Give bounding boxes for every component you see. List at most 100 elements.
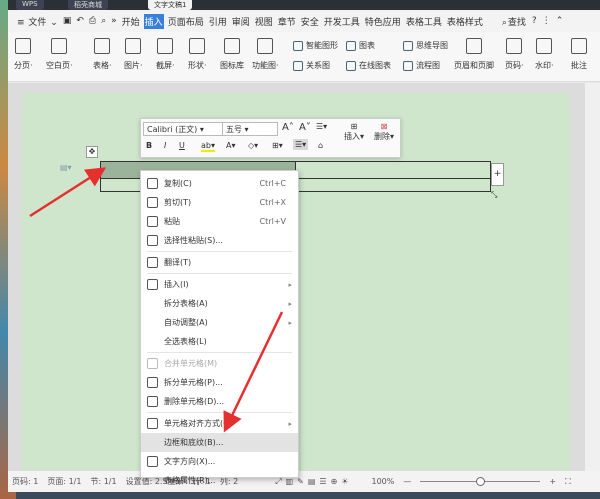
context-menu-item[interactable]: 文字方向(X)...	[141, 452, 298, 471]
bold-button[interactable]: B	[146, 141, 152, 150]
save-icon[interactable]: ▣	[62, 15, 73, 27]
function-chart-button[interactable]: 功能图·	[252, 38, 279, 71]
context-menu-item[interactable]: 边框和底纹(B)...	[141, 433, 298, 452]
vertical-scrollbar[interactable]	[585, 83, 600, 471]
table-cell[interactable]	[296, 162, 490, 178]
context-menu-item[interactable]: 单元格对齐方式(G) ▸	[141, 414, 298, 433]
insert-table-icon: ⊞	[350, 122, 358, 131]
shading-icon[interactable]: ◇▾	[248, 141, 258, 150]
menu-chapter[interactable]: 章节	[277, 14, 297, 29]
menu-security[interactable]: 安全	[300, 14, 320, 29]
align-icon[interactable]: ☰▾	[293, 139, 309, 150]
print-icon[interactable]: ⎙	[88, 15, 97, 27]
context-menu-item[interactable]: 剪切(T) Ctrl+X	[141, 193, 298, 212]
eraser-icon[interactable]: ⌂	[318, 141, 323, 150]
font-color-icon[interactable]: A▾	[226, 141, 236, 150]
context-menu-item[interactable]: 拆分表格(A) ▸	[141, 294, 298, 313]
status-bar: 页码: 1 页面: 1/1 节: 1/1 设置值: 2.5厘米 行: 1 列: …	[8, 471, 600, 492]
page-break-button[interactable]: 分页·	[14, 38, 33, 71]
menu-item-label: 粘贴	[164, 217, 180, 226]
menu-view[interactable]: 视图	[254, 14, 274, 29]
menu-table-style[interactable]: 表格样式	[446, 14, 484, 29]
zoom-in-icon[interactable]: +	[549, 477, 556, 486]
header-footer-button[interactable]: 页眉和页脚	[454, 38, 494, 71]
menu-insert[interactable]: 插入	[143, 13, 164, 29]
blank-page-button[interactable]: 空白页·	[46, 38, 73, 71]
insert-row-button[interactable]: ⊞ 插入▾	[344, 122, 364, 142]
menu-item-label: 选择性粘贴(S)...	[164, 236, 223, 245]
file-menu[interactable]: ≡ 文件 ⌄	[16, 14, 59, 29]
shrink-font-icon[interactable]: A˅	[299, 122, 311, 133]
table-resize-handle-icon[interactable]: ⤡	[491, 190, 497, 200]
options-icon[interactable]: ⋮	[541, 15, 552, 27]
menu-item-label: 文字方向(X)...	[164, 457, 216, 466]
picture-button[interactable]: 图片·	[124, 38, 143, 71]
table-move-handle-icon[interactable]: ✥	[86, 146, 98, 158]
zoom-level[interactable]: 100%	[371, 477, 394, 486]
menu-start[interactable]: 开始	[121, 14, 141, 29]
menu-review[interactable]: 审阅	[231, 14, 251, 29]
paste-icon	[147, 216, 158, 227]
shape-button[interactable]: 形状·	[188, 38, 207, 71]
table-button[interactable]: 表格·	[93, 38, 112, 71]
context-menu-item[interactable]: 选择性粘贴(S)...	[141, 231, 298, 250]
more-icon[interactable]: »	[110, 15, 118, 27]
tab-store[interactable]: 稻壳商城	[68, 0, 108, 10]
relation-chart-button[interactable]: 关系图	[293, 60, 330, 71]
grow-font-icon[interactable]: A˄	[282, 122, 294, 133]
mindmap-button[interactable]: 思维导图	[403, 40, 448, 51]
tab-bar: WPS 稻壳商城 文字文稿1	[8, 0, 600, 10]
highlight-icon[interactable]: ab▾	[201, 141, 215, 152]
tab-document[interactable]: 文字文稿1	[148, 0, 193, 10]
menu-developer[interactable]: 开发工具	[323, 14, 361, 29]
watermark-button[interactable]: 水印·	[535, 38, 554, 71]
context-menu-item[interactable]: 删除单元格(D)...	[141, 392, 298, 411]
menu-features[interactable]: 特色应用	[364, 14, 402, 29]
undo-icon[interactable]: ↶	[75, 15, 85, 27]
font-size-select[interactable]: 五号 ▾	[222, 122, 278, 136]
submenu-arrow-icon: ▸	[288, 419, 292, 428]
preview-icon[interactable]: ⌕	[100, 15, 107, 27]
online-chart-button[interactable]: 在线图表	[346, 60, 391, 71]
context-menu-item[interactable]: 粘贴 Ctrl+V	[141, 212, 298, 231]
paste-special-icon	[147, 235, 158, 246]
page-number-button[interactable]: 页码·	[505, 38, 524, 71]
context-menu-item[interactable]: 自动调整(A) ▸	[141, 313, 298, 332]
context-menu-item[interactable]: 全选表格(L)	[141, 332, 298, 351]
font-select[interactable]: Calibri (正文) ▾	[143, 122, 223, 136]
border-icon[interactable]: ⊞▾	[272, 141, 283, 150]
add-column-button[interactable]: +	[491, 163, 504, 186]
comment-button[interactable]: 批注	[571, 38, 587, 71]
screenshot-button[interactable]: 截屏·	[156, 38, 175, 71]
paragraph-marker-icon[interactable]: ▤▾	[60, 163, 72, 172]
context-menu: 复制(C) Ctrl+C 剪切(T) Ctrl+X 粘贴 Ctrl+V 选择性粘贴(S)..…	[140, 170, 299, 485]
context-menu-item[interactable]: 插入(I) ▸	[141, 275, 298, 294]
table-cell[interactable]	[296, 179, 490, 191]
cut-icon	[147, 197, 158, 208]
text-direction-icon	[147, 456, 158, 467]
chart-button[interactable]: 图表	[346, 40, 375, 51]
search-button[interactable]: ⌕查找	[501, 14, 528, 29]
context-menu-item[interactable]: 翻译(T)	[141, 253, 298, 272]
zoom-slider[interactable]	[420, 477, 541, 486]
zoom-out-icon[interactable]: —	[403, 477, 411, 486]
menu-layout[interactable]: 页面布局	[167, 14, 205, 29]
cell-align-icon	[147, 418, 158, 429]
underline-button[interactable]: U	[179, 141, 185, 150]
context-menu-item[interactable]: 表格属性(R)...	[141, 471, 298, 490]
delete-row-button[interactable]: ⊠ 删除▾	[374, 122, 394, 142]
italic-button[interactable]: I	[164, 141, 166, 150]
menu-references[interactable]: 引用	[208, 14, 228, 29]
flowchart-button[interactable]: 流程图	[403, 60, 440, 71]
icon-library-button[interactable]: 图标库	[220, 38, 244, 71]
menu-table-tools[interactable]: 表格工具	[405, 14, 443, 29]
line-spacing-icon[interactable]: ☰▾	[316, 122, 327, 131]
smart-graphic-button[interactable]: 智能图形	[293, 40, 338, 51]
tab-wps[interactable]: WPS	[16, 0, 44, 10]
context-menu-item[interactable]: 复制(C) Ctrl+C	[141, 174, 298, 193]
collapse-ribbon-icon[interactable]: ⌃	[555, 15, 565, 27]
context-menu-item[interactable]: 拆分单元格(P)...	[141, 373, 298, 392]
help-button[interactable]: ?	[531, 15, 538, 27]
menu-separator	[147, 273, 292, 274]
fullscreen-icon[interactable]: ⛶	[565, 477, 571, 487]
